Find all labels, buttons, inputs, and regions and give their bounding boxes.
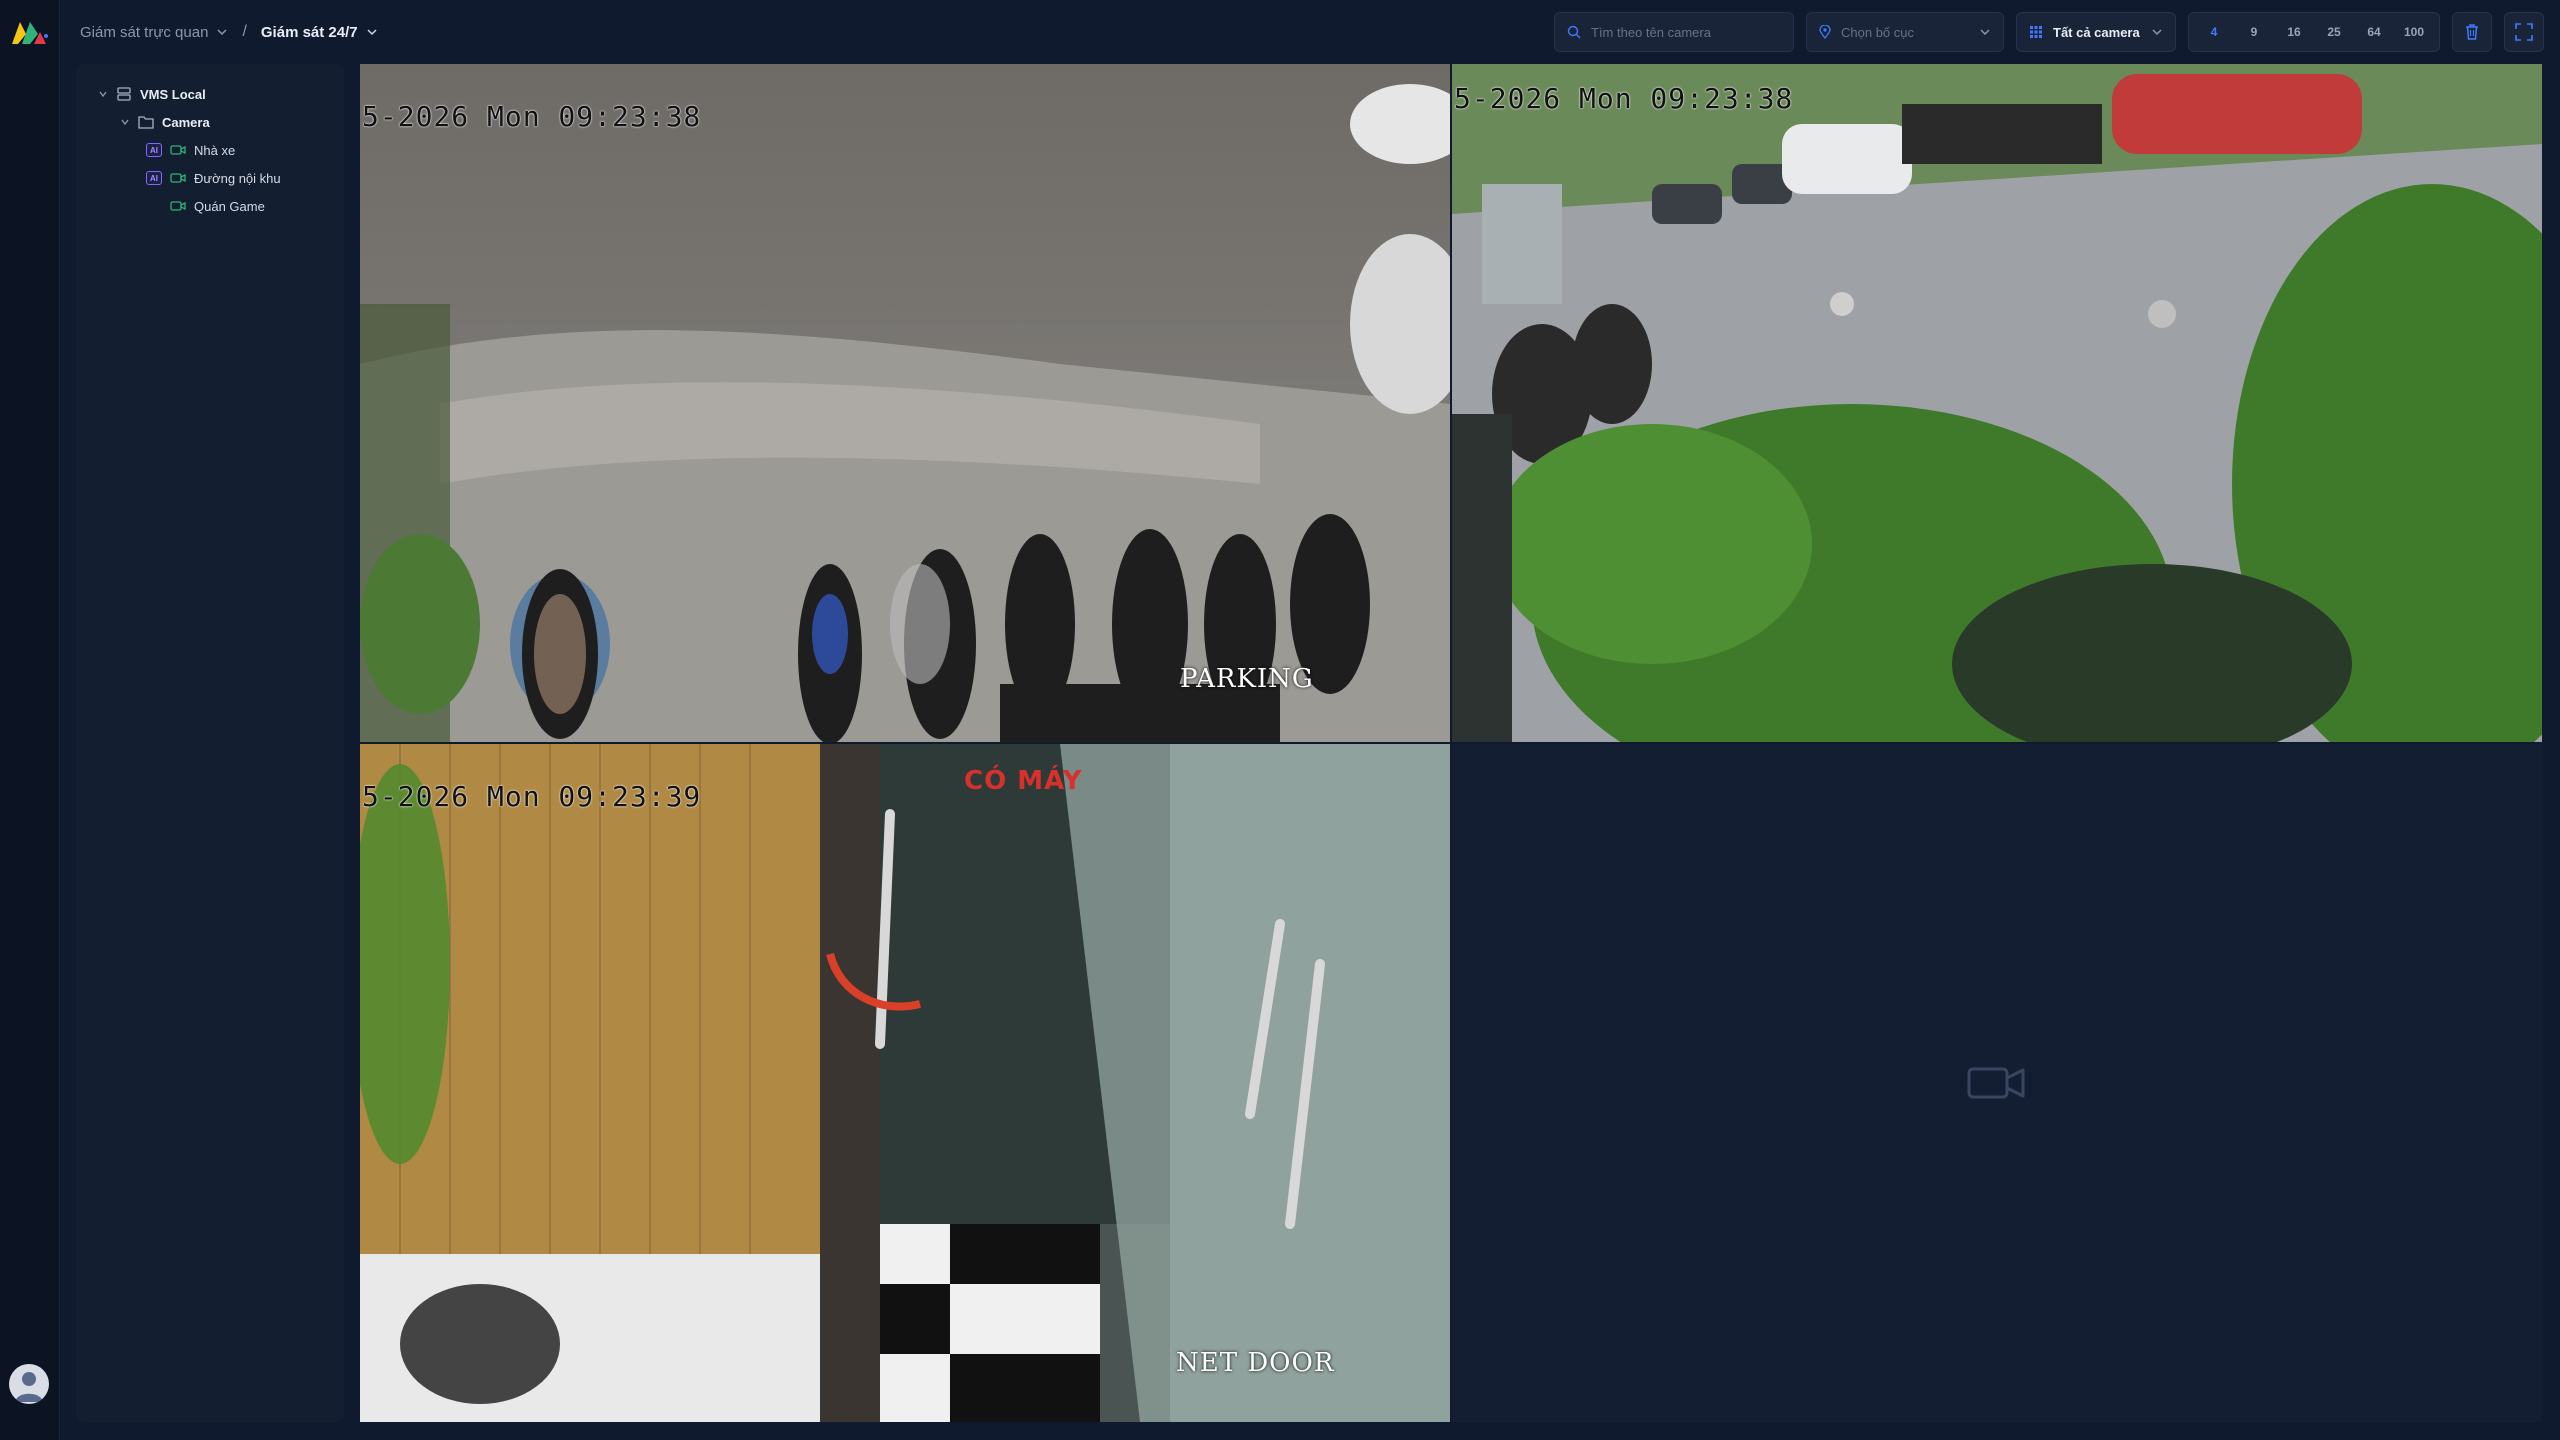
video-tile-nha-xe[interactable]: 5-2026 Mon 09:23:38 PARKING xyxy=(360,64,1450,742)
breadcrumb-separator: / xyxy=(242,23,247,40)
tree-camera-nha-xe[interactable]: AI Nhà xe xyxy=(76,136,344,164)
osd-timestamp: 5-2026 Mon 09:23:38 xyxy=(362,100,702,133)
search-icon xyxy=(1567,25,1581,39)
tree-camera-duong-noi-khu[interactable]: AI Đường nội khu xyxy=(76,164,344,192)
breadcrumb-current-label: Giám sát 24/7 xyxy=(260,23,358,41)
trash-icon xyxy=(2466,24,2478,40)
osd-timestamp: 5-2026 Mon 09:23:39 xyxy=(362,780,702,813)
chevron-down-icon xyxy=(1980,29,1990,36)
tree-node-vms-local[interactable]: VMS Local xyxy=(76,80,344,108)
ai-badge-icon: AI xyxy=(146,143,162,157)
chevron-down-icon xyxy=(99,91,107,98)
fullscreen-button[interactable] xyxy=(2504,12,2544,52)
video-tile-empty[interactable] xyxy=(1452,744,2542,1422)
camera-feed-door xyxy=(360,744,1450,1422)
door-sign: CÓ MÁY xyxy=(964,766,1083,796)
location-pin-icon xyxy=(1819,25,1831,39)
grid-size-25[interactable]: 25 xyxy=(2315,17,2353,47)
app-logo[interactable] xyxy=(10,16,50,48)
breadcrumb-root[interactable]: Giám sát trực quan xyxy=(80,24,228,41)
grid-size-100[interactable]: 100 xyxy=(2395,17,2433,47)
tree-camera-quan-game[interactable]: Quán Game xyxy=(76,192,344,220)
tree-node-label: Camera xyxy=(162,114,210,130)
grid-size-group: 4 9 16 25 64 100 xyxy=(2188,12,2440,52)
grid-size-64[interactable]: 64 xyxy=(2355,17,2393,47)
video-camera-icon xyxy=(170,173,186,183)
camera-search[interactable] xyxy=(1554,12,1794,52)
grid-size-4[interactable]: 4 xyxy=(2195,17,2233,47)
video-camera-icon xyxy=(170,201,186,211)
video-tile-duong-noi-khu[interactable]: 5-2026 Mon 09:23:38 xyxy=(1452,64,2542,742)
search-input[interactable] xyxy=(1591,24,1781,40)
grid-size-16[interactable]: 16 xyxy=(2275,17,2313,47)
video-tile-quan-game[interactable]: 5-2026 Mon 09:23:39 CÓ MÁY NET DOOR xyxy=(360,744,1450,1422)
tree-camera-label: Nhà xe xyxy=(194,142,236,158)
ai-badge-icon: AI xyxy=(146,171,162,185)
osd-timestamp: 5-2026 Mon 09:23:38 xyxy=(1454,82,1794,115)
osd-camera-label: PARKING xyxy=(1180,664,1314,694)
top-header: Giám sát trực quan / Giám sát 24/7 Chọn … xyxy=(60,0,2560,64)
grid-icon xyxy=(2030,26,2042,38)
breadcrumb: Giám sát trực quan / Giám sát 24/7 xyxy=(80,23,378,41)
camera-filter-label: Tất cả camera xyxy=(2053,24,2140,40)
camera-tree-panel: VMS Local Camera AI Nhà xe AI Đường nội … xyxy=(76,64,344,1422)
header-tools: Chọn bố cục Tất cả camera 4 9 16 25 64 1… xyxy=(1554,12,2544,52)
camera-feed-parking xyxy=(360,64,1450,742)
tree-camera-label: Quán Game xyxy=(194,198,265,214)
video-camera-icon xyxy=(170,145,186,155)
grid-size-9[interactable]: 9 xyxy=(2235,17,2273,47)
left-rail xyxy=(0,0,60,1440)
chevron-down-icon xyxy=(2152,29,2162,36)
layout-select-placeholder: Chọn bố cục xyxy=(1841,24,1914,40)
video-camera-icon xyxy=(1967,1067,2025,1099)
chevron-down-icon xyxy=(217,29,227,36)
chevron-down-icon xyxy=(367,29,377,36)
camera-feed-courtyard xyxy=(1452,64,2542,742)
delete-button[interactable] xyxy=(2452,12,2492,52)
osd-camera-label: NET DOOR xyxy=(1176,1348,1335,1378)
fullscreen-icon xyxy=(2515,23,2533,41)
breadcrumb-current[interactable]: Giám sát 24/7 xyxy=(261,24,378,41)
tree-node-camera-folder[interactable]: Camera xyxy=(76,108,344,136)
vms-app: Giám sát trực quan / Giám sát 24/7 Chọn … xyxy=(0,0,2560,1440)
user-icon xyxy=(15,1372,43,1402)
tree-node-label: VMS Local xyxy=(140,86,206,102)
server-icon xyxy=(117,87,131,101)
camera-filter-select[interactable]: Tất cả camera xyxy=(2016,12,2176,52)
layout-select[interactable]: Chọn bố cục xyxy=(1806,12,2004,52)
video-grid: 5-2026 Mon 09:23:38 PARKING 5-2026 Mon 0… xyxy=(360,64,2544,1422)
tree-camera-label: Đường nội khu xyxy=(194,170,281,186)
folder-icon xyxy=(138,116,154,129)
chevron-down-icon xyxy=(121,119,129,126)
breadcrumb-root-label: Giám sát trực quan xyxy=(80,23,209,41)
user-avatar[interactable] xyxy=(9,1364,49,1404)
